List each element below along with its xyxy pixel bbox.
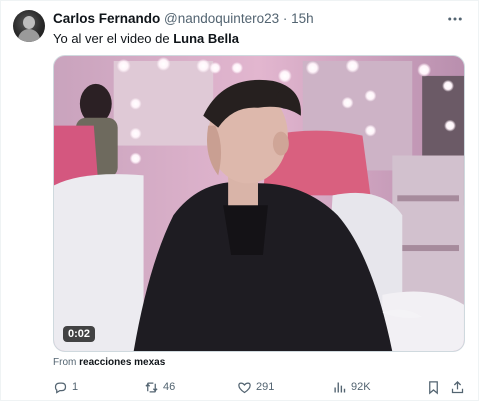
heart-icon (238, 381, 251, 393)
tweet-text-bold: Luna Bella (173, 31, 239, 46)
video-duration: 0:02 (63, 326, 96, 342)
more-horizontal-icon[interactable] (446, 10, 464, 28)
views-button[interactable]: 92K (332, 378, 371, 396)
reply-button[interactable]: 1 (53, 378, 78, 396)
tweet-text: Yo al ver el video de Luna Bella (53, 31, 239, 47)
retweet-icon (145, 382, 158, 392)
avatar[interactable] (13, 10, 45, 42)
reply-icon (54, 382, 67, 394)
author-name[interactable]: Carlos Fernando (53, 11, 160, 26)
views-chart-icon (334, 382, 346, 392)
video-frame (54, 56, 464, 351)
tweet-header: Carlos Fernando @nandoquintero23 · 15h (53, 11, 314, 27)
avatar-body (18, 29, 40, 42)
tweet-card[interactable]: Carlos Fernando @nandoquintero23 · 15h Y… (0, 0, 479, 401)
action-bar: 1 46 291 92K (53, 378, 465, 396)
like-count: 291 (256, 381, 275, 393)
video-player[interactable]: 0:02 (53, 55, 465, 352)
media-source-name[interactable]: reacciones mexas (79, 357, 165, 368)
share-button[interactable] (450, 378, 465, 396)
header-separator: · (282, 11, 288, 26)
views-count: 92K (351, 381, 371, 393)
tweet-timestamp[interactable]: 15h (291, 11, 314, 26)
bookmark-button[interactable] (426, 378, 441, 396)
media-source: From reacciones mexas (53, 357, 165, 368)
tweet-text-prefix: Yo al ver el video de (53, 31, 174, 46)
avatar-head (23, 16, 35, 29)
share-icon (451, 380, 464, 393)
retweet-button[interactable]: 46 (144, 378, 175, 396)
like-button[interactable]: 291 (237, 378, 274, 396)
retweet-count: 46 (163, 381, 176, 393)
media-source-label: From (53, 357, 77, 368)
bookmark-icon (429, 380, 438, 394)
author-handle[interactable]: @nandoquintero23 (164, 11, 279, 26)
reply-count: 1 (72, 381, 79, 393)
